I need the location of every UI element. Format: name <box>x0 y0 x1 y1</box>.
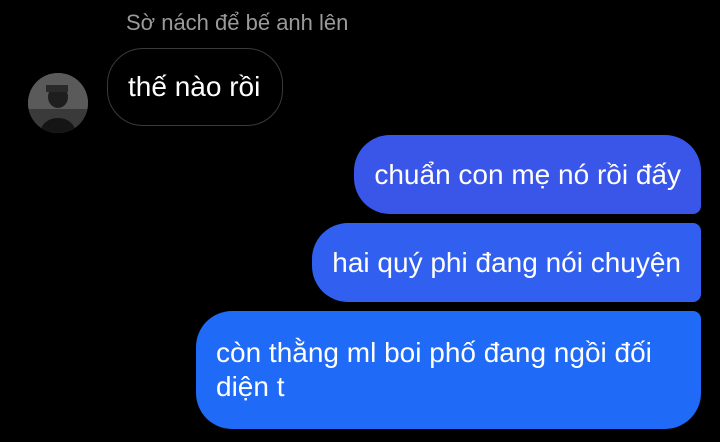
outgoing-message-bubble[interactable]: chuẩn con mẹ nó rồi đấy <box>354 135 701 214</box>
avatar-photo-icon <box>28 73 88 133</box>
outgoing-message-bubble[interactable]: còn thằng ml boi phố đang ngồi đối diện … <box>196 311 701 429</box>
reply-caption: Sờ nách để bế anh lên <box>126 10 349 35</box>
avatar[interactable] <box>28 73 88 133</box>
incoming-message-bubble[interactable]: thế nào rồi <box>107 48 284 126</box>
outgoing-message-bubble[interactable]: hai quý phi đang nói chuyện <box>312 223 701 302</box>
message-thread: Sờ nách để bế anh lên thế nào rồi chuẩn … <box>0 0 720 442</box>
